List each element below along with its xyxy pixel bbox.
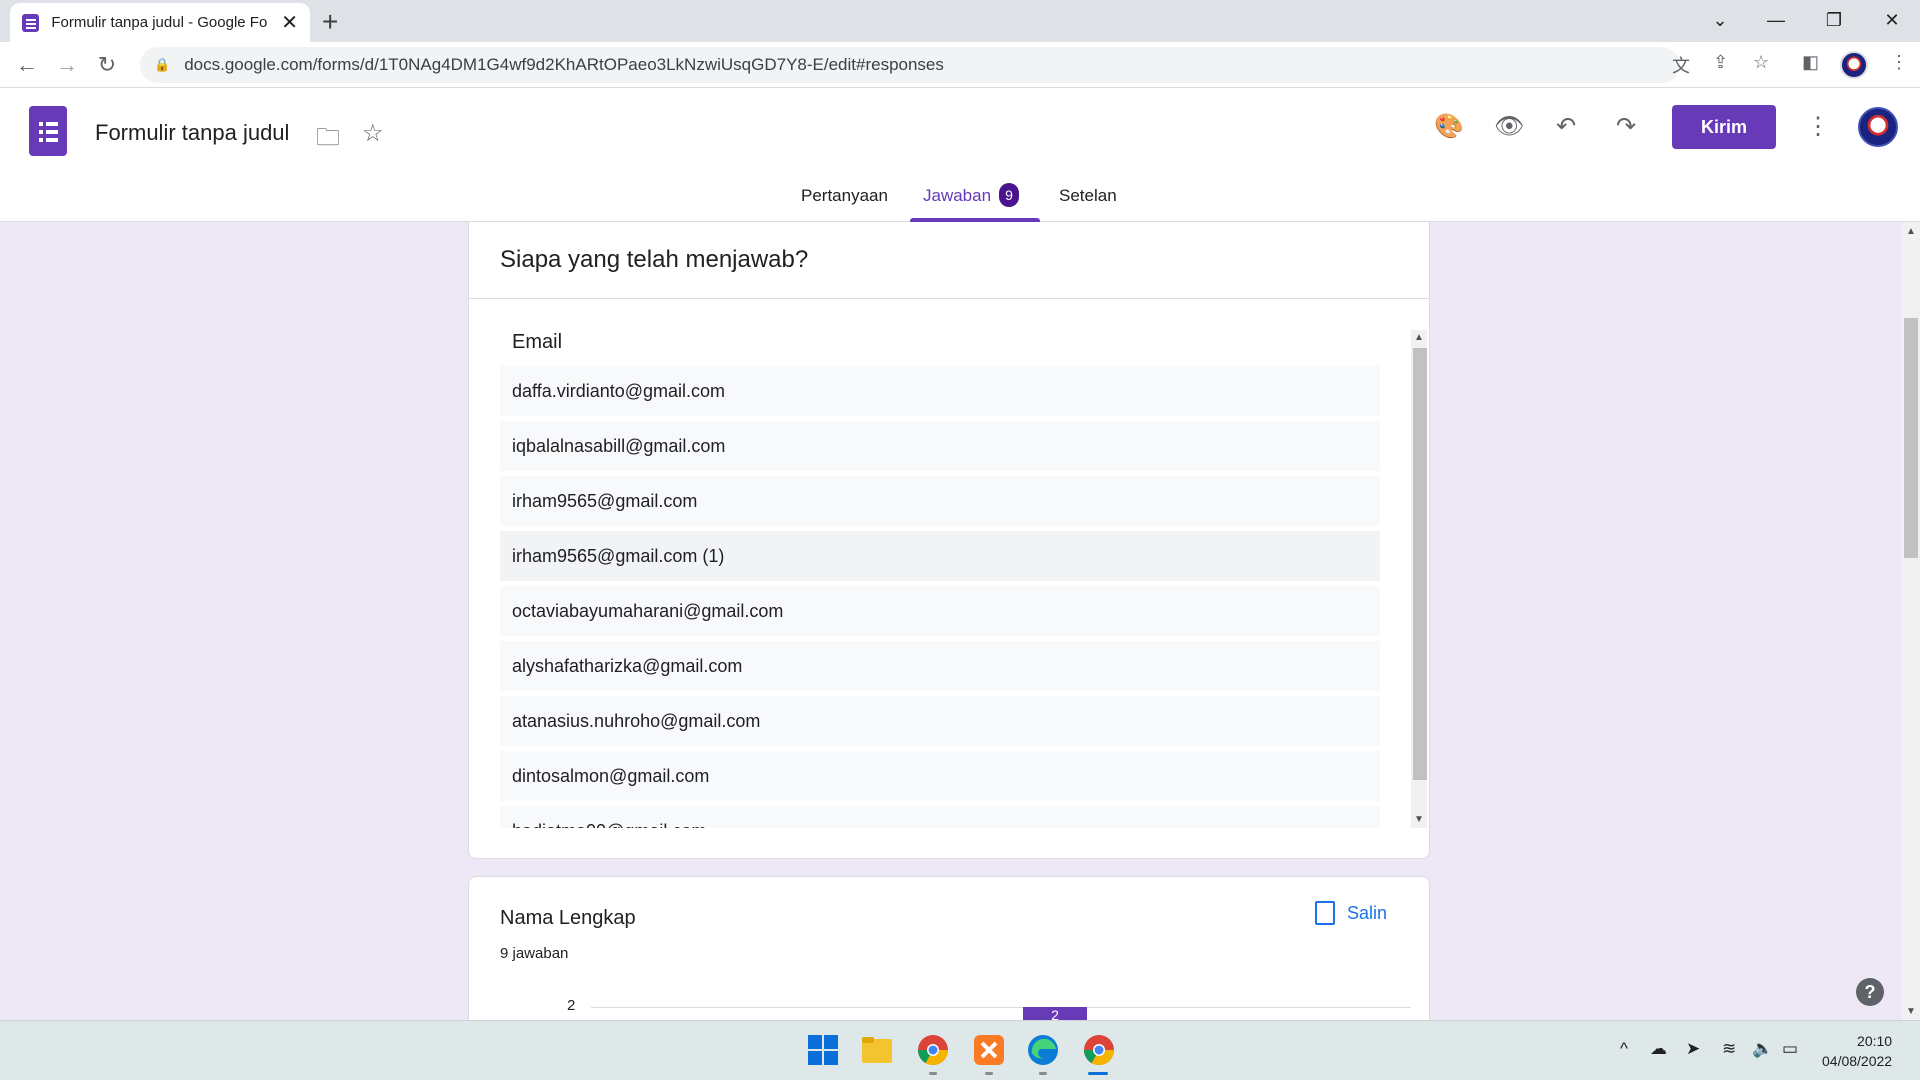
translate-icon[interactable]: 文 xyxy=(1672,52,1690,78)
palette-icon[interactable]: 🎨 xyxy=(1434,112,1464,141)
active-app-indicator xyxy=(1088,1072,1108,1075)
forms-favicon-icon xyxy=(22,13,40,32)
scroll-down-icon[interactable]: ▼ xyxy=(1414,814,1424,825)
restore-icon[interactable]: ❐ xyxy=(1806,0,1862,40)
forward-icon[interactable]: → xyxy=(50,48,84,82)
responses-count-text: 9 jawaban xyxy=(500,945,569,962)
show-hidden-icons-icon[interactable]: ^ xyxy=(1620,1039,1628,1059)
running-indicator xyxy=(929,1072,937,1075)
account-avatar[interactable] xyxy=(1858,107,1898,147)
redo-icon[interactable]: ↷ xyxy=(1616,112,1636,141)
list-item[interactable]: alyshafatharizka@gmail.com xyxy=(500,641,1380,691)
address-toolbar: ← → ↻ 🔒 docs.google.com/forms/d/1T0NAg4D… xyxy=(0,42,1920,88)
who-answered-card: Siapa yang telah menjawab? Email daffa.v… xyxy=(468,222,1430,859)
form-title[interactable]: Formulir tanpa judul xyxy=(95,120,289,146)
browser-tab-title: Formulir tanpa judul - Google Fo xyxy=(51,14,268,31)
undo-icon[interactable]: ↶ xyxy=(1556,112,1576,141)
profile-avatar[interactable] xyxy=(1840,51,1868,79)
list-item[interactable]: octaviabayumaharani@gmail.com xyxy=(500,586,1380,636)
tab-settings-label: Setelan xyxy=(1059,186,1117,205)
tab-responses-label: Jawaban xyxy=(923,186,992,205)
scroll-up-icon[interactable]: ▲ xyxy=(1906,226,1916,237)
volume-icon[interactable]: 🔈 xyxy=(1752,1039,1773,1059)
help-icon[interactable]: ? xyxy=(1856,978,1884,1006)
taskbar-clock[interactable]: 20:10 04/08/2022 xyxy=(1822,1031,1892,1071)
side-panel-icon[interactable]: ◧ xyxy=(1802,52,1819,73)
bookmark-star-icon[interactable]: ☆ xyxy=(1753,52,1769,73)
wifi-icon[interactable]: ≋ xyxy=(1722,1039,1736,1059)
copy-icon xyxy=(1315,901,1335,925)
clock-date: 04/08/2022 xyxy=(1822,1053,1893,1069)
list-item[interactable]: atanasius.nuhroho@gmail.com xyxy=(500,696,1380,746)
tab-questions[interactable]: Pertanyaan xyxy=(801,186,888,222)
copy-button[interactable]: Salin xyxy=(1315,901,1387,925)
running-indicator xyxy=(1039,1072,1047,1075)
list-item[interactable]: hadiatma00@gmail.com xyxy=(500,806,1380,828)
windows-start-icon[interactable] xyxy=(806,1033,840,1067)
move-folder-icon[interactable]: 🗀 xyxy=(316,120,340,161)
send-button[interactable]: Kirim xyxy=(1672,105,1776,149)
star-icon[interactable]: ☆ xyxy=(362,119,384,148)
chart-gridline xyxy=(591,1007,1411,1008)
url-text: docs.google.com/forms/d/1T0NAg4DM1G4wf9d… xyxy=(184,55,944,74)
new-tab-icon[interactable]: + xyxy=(322,6,338,38)
forms-header: Formulir tanpa judul 🗀 ☆ 🎨 👁 ↶ ↷ Kirim ⋮… xyxy=(0,88,1920,222)
file-explorer-icon[interactable] xyxy=(860,1033,894,1067)
list-item[interactable]: daffa.virdianto@gmail.com xyxy=(500,366,1380,416)
email-column-header: Email xyxy=(512,331,563,353)
question-title: Nama Lengkap xyxy=(500,907,636,929)
window-close-icon[interactable]: ✕ xyxy=(1864,0,1920,40)
location-icon[interactable]: ➤ xyxy=(1686,1039,1700,1059)
chrome-profile-icon[interactable] xyxy=(1082,1033,1116,1067)
chrome-icon[interactable] xyxy=(916,1033,950,1067)
browser-tab[interactable]: Formulir tanpa judul - Google Fo ✕ xyxy=(10,3,310,42)
tab-questions-label: Pertanyaan xyxy=(801,186,888,205)
clock-time: 20:10 xyxy=(1857,1033,1893,1049)
url-bar[interactable]: 🔒 docs.google.com/forms/d/1T0NAg4DM1G4wf… xyxy=(140,47,1680,83)
reload-icon[interactable]: ↻ xyxy=(90,48,124,82)
page-scrollbar[interactable]: ▲ ▼ xyxy=(1902,222,1920,1020)
tab-responses[interactable]: Jawaban 9 xyxy=(923,183,1020,222)
lock-icon[interactable]: 🔒 xyxy=(154,57,170,73)
divider xyxy=(469,298,1429,299)
minimize-icon[interactable]: — xyxy=(1748,0,1804,40)
scroll-down-icon[interactable]: ▼ xyxy=(1906,1006,1916,1017)
responses-count-badge: 9 xyxy=(999,183,1020,207)
running-indicator xyxy=(985,1072,993,1075)
more-options-icon[interactable]: ⋮ xyxy=(1806,112,1830,141)
list-item[interactable]: irham9565@gmail.com xyxy=(500,476,1380,526)
list-item[interactable]: irham9565@gmail.com (1) xyxy=(500,531,1380,581)
back-icon[interactable]: ← xyxy=(10,48,44,82)
email-list-scrollbar[interactable]: ▲ ▼ xyxy=(1411,330,1427,828)
xampp-icon[interactable] xyxy=(972,1033,1006,1067)
edge-icon[interactable] xyxy=(1026,1033,1060,1067)
email-list[interactable]: Email daffa.virdianto@gmail.com iqbalaln… xyxy=(500,330,1380,828)
who-answered-heading: Siapa yang telah menjawab? xyxy=(500,246,809,273)
onedrive-icon[interactable]: ☁ xyxy=(1650,1039,1667,1059)
google-forms-logo-icon[interactable] xyxy=(29,106,67,156)
browser-tab-strip: Formulir tanpa judul - Google Fo ✕ + ⌄ —… xyxy=(0,0,1920,42)
scroll-up-icon[interactable]: ▲ xyxy=(1414,332,1424,343)
browser-menu-icon[interactable]: ⋮ xyxy=(1890,52,1908,73)
tab-search-icon[interactable]: ⌄ xyxy=(1692,0,1748,40)
taskbar: ^ ☁ ➤ ≋ 🔈 ▭ 20:10 04/08/2022 xyxy=(0,1020,1920,1080)
close-tab-icon[interactable]: ✕ xyxy=(281,10,298,35)
scrollbar-thumb[interactable] xyxy=(1413,348,1427,780)
list-item[interactable]: iqbalalnasabill@gmail.com xyxy=(500,421,1380,471)
list-item[interactable]: dintosalmon@gmail.com xyxy=(500,751,1380,801)
share-icon[interactable]: ⇪ xyxy=(1713,52,1728,73)
scrollbar-thumb[interactable] xyxy=(1904,318,1918,558)
copy-label: Salin xyxy=(1347,902,1388,923)
battery-icon[interactable]: ▭ xyxy=(1782,1039,1798,1059)
y-axis-tick: 2 xyxy=(567,997,576,1014)
tab-settings[interactable]: Setelan xyxy=(1059,186,1117,222)
form-tabs: Pertanyaan Jawaban 9 Setelan xyxy=(0,183,1920,222)
preview-eye-icon[interactable]: 👁 xyxy=(1494,112,1524,141)
